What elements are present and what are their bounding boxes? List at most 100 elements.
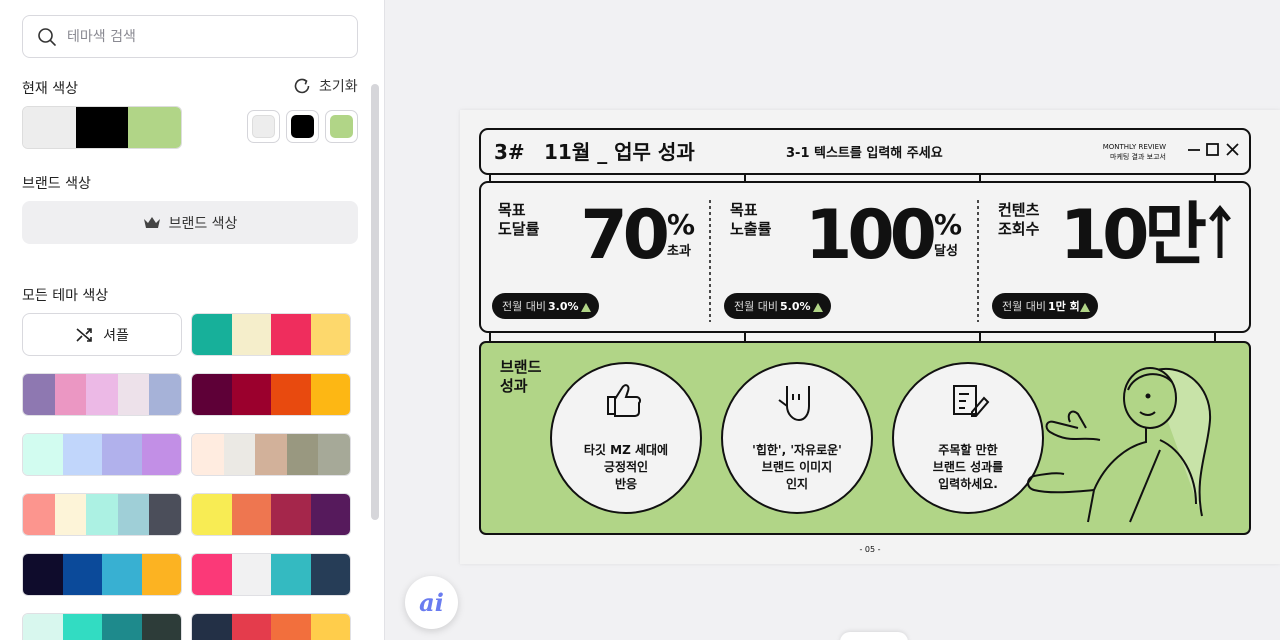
- badge-value: 5.0%: [780, 300, 811, 313]
- theme-palette[interactable]: [191, 373, 351, 416]
- theme-palette[interactable]: [22, 553, 182, 596]
- palette-swatch: [149, 374, 181, 415]
- highlight-circle: 주목할 만한브랜드 성과를입력하세요.: [892, 362, 1044, 514]
- palette-swatch: [192, 494, 232, 535]
- slide-subtitle: 3-1 텍스트를 입력해 주세요: [786, 145, 943, 161]
- brand-color-button[interactable]: 브랜드 색상: [22, 201, 358, 244]
- badge-value: 3.0%: [548, 300, 579, 313]
- bottom-panel-handle[interactable]: [840, 632, 908, 640]
- circle-text: 브랜드 이미지: [762, 459, 832, 474]
- all-themes-title: 모든 테마 색상: [22, 288, 109, 304]
- theme-palette[interactable]: [22, 613, 182, 640]
- stat-value: 70: [580, 196, 667, 275]
- circle-text: 반응: [615, 476, 637, 491]
- review-ko: 마케팅 결과 보고서: [1110, 152, 1166, 161]
- brand-colors-title: 브랜드 색상: [22, 176, 91, 192]
- palette-swatch: [310, 494, 350, 535]
- current-swatch-2[interactable]: [286, 110, 319, 143]
- search-icon: [38, 27, 56, 46]
- theme-palette[interactable]: [22, 433, 182, 476]
- palette-swatch: [231, 614, 271, 640]
- current-swatch-1[interactable]: [247, 110, 280, 143]
- brand-color-label: 브랜드 색상: [168, 215, 238, 232]
- palette-swatch: [271, 554, 311, 595]
- current-color-2: [75, 107, 129, 148]
- stat-value: 10만: [1060, 196, 1207, 275]
- stat-suffix: 달성: [934, 244, 958, 259]
- palette-swatch: [86, 374, 118, 415]
- circle-text: 타깃 MZ 세대에: [584, 442, 668, 457]
- palette-swatch: [192, 434, 224, 475]
- theme-palette[interactable]: [22, 373, 182, 416]
- palette-swatch: [141, 554, 181, 595]
- current-palette[interactable]: [22, 106, 182, 149]
- slide-canvas: 3# 11월 _ 업무 성과 3-1 텍스트를 입력해 주세요 MONTHLY …: [386, 0, 1280, 640]
- stat-label: 컨텐츠: [998, 201, 1040, 219]
- slide-title: 11월 _ 업무 성과: [544, 140, 695, 164]
- reset-label: 초기화: [319, 79, 358, 95]
- palette-swatch: [271, 614, 311, 640]
- palette-swatch: [23, 494, 55, 535]
- circle-text: 인지: [786, 476, 808, 491]
- palette-swatch: [102, 614, 142, 640]
- palette-swatch: [310, 374, 350, 415]
- palette-swatch: [231, 374, 271, 415]
- palette-swatch: [231, 494, 271, 535]
- theme-palette[interactable]: [191, 493, 351, 536]
- palette-swatch: [149, 494, 181, 535]
- circle-text: '힙한', '자유로운': [752, 442, 842, 457]
- brand-title-1: 브랜드: [500, 358, 542, 376]
- current-colors-title: 현재 색상: [22, 81, 78, 97]
- palette-swatch: [310, 314, 350, 355]
- stat-suffix: 초과: [667, 244, 691, 259]
- search-input[interactable]: [67, 28, 337, 45]
- palette-swatch: [192, 614, 232, 640]
- current-color-1: [23, 107, 76, 148]
- palette-swatch: [231, 554, 271, 595]
- ai-assistant-button[interactable]: ai: [405, 576, 458, 629]
- palette-swatch: [192, 554, 232, 595]
- palette-swatch: [23, 554, 63, 595]
- theme-palette[interactable]: [191, 613, 351, 640]
- palette-swatch: [223, 434, 256, 475]
- review-en: MONTHLY REVIEW: [1103, 143, 1166, 151]
- palette-swatch: [62, 434, 102, 475]
- palette-swatch: [102, 434, 142, 475]
- ai-label: ai: [419, 588, 444, 617]
- palette-swatch: [192, 374, 232, 415]
- page-number: - 05 -: [859, 545, 880, 554]
- palette-swatch: [23, 434, 63, 475]
- circle-text: 긍정적인: [604, 459, 648, 474]
- circle-text: 입력하세요.: [938, 476, 998, 491]
- current-swatch-3[interactable]: [325, 110, 358, 143]
- circle-text: 브랜드 성과를: [933, 459, 1003, 474]
- reset-button[interactable]: 초기화: [292, 76, 358, 96]
- palette-swatch: [286, 434, 319, 475]
- palette-swatch: [318, 434, 350, 475]
- slide[interactable]: 3# 11월 _ 업무 성과 3-1 텍스트를 입력해 주세요 MONTHLY …: [460, 110, 1280, 564]
- theme-palette[interactable]: [191, 313, 351, 356]
- stat-label: 조회수: [998, 220, 1040, 238]
- palette-swatch: [271, 374, 311, 415]
- circle-text: 주목할 만한: [938, 442, 997, 457]
- search-box[interactable]: [22, 15, 358, 58]
- palette-swatch: [62, 614, 102, 640]
- brand-title-2: 성과: [500, 377, 528, 395]
- stat-unit: %: [934, 208, 962, 241]
- stat-unit: %: [667, 208, 695, 241]
- theme-palette[interactable]: [191, 433, 351, 476]
- palette-swatch: [271, 314, 311, 355]
- theme-palette[interactable]: [22, 493, 182, 536]
- shuffle-button[interactable]: 셔플: [22, 313, 182, 356]
- sidebar-scrollbar[interactable]: [371, 84, 379, 520]
- palette-swatch: [54, 494, 87, 535]
- palette-swatch: [271, 494, 311, 535]
- reset-icon: [294, 78, 310, 94]
- palette-swatch: [23, 374, 55, 415]
- theme-palette[interactable]: [191, 553, 351, 596]
- palette-swatch: [62, 554, 102, 595]
- palette-swatch: [255, 434, 287, 475]
- palette-swatch: [192, 314, 232, 355]
- badge-prefix: 전월 대비: [502, 300, 546, 313]
- highlight-circle: '힙한', '자유로운' 브랜드 이미지인지: [721, 362, 873, 514]
